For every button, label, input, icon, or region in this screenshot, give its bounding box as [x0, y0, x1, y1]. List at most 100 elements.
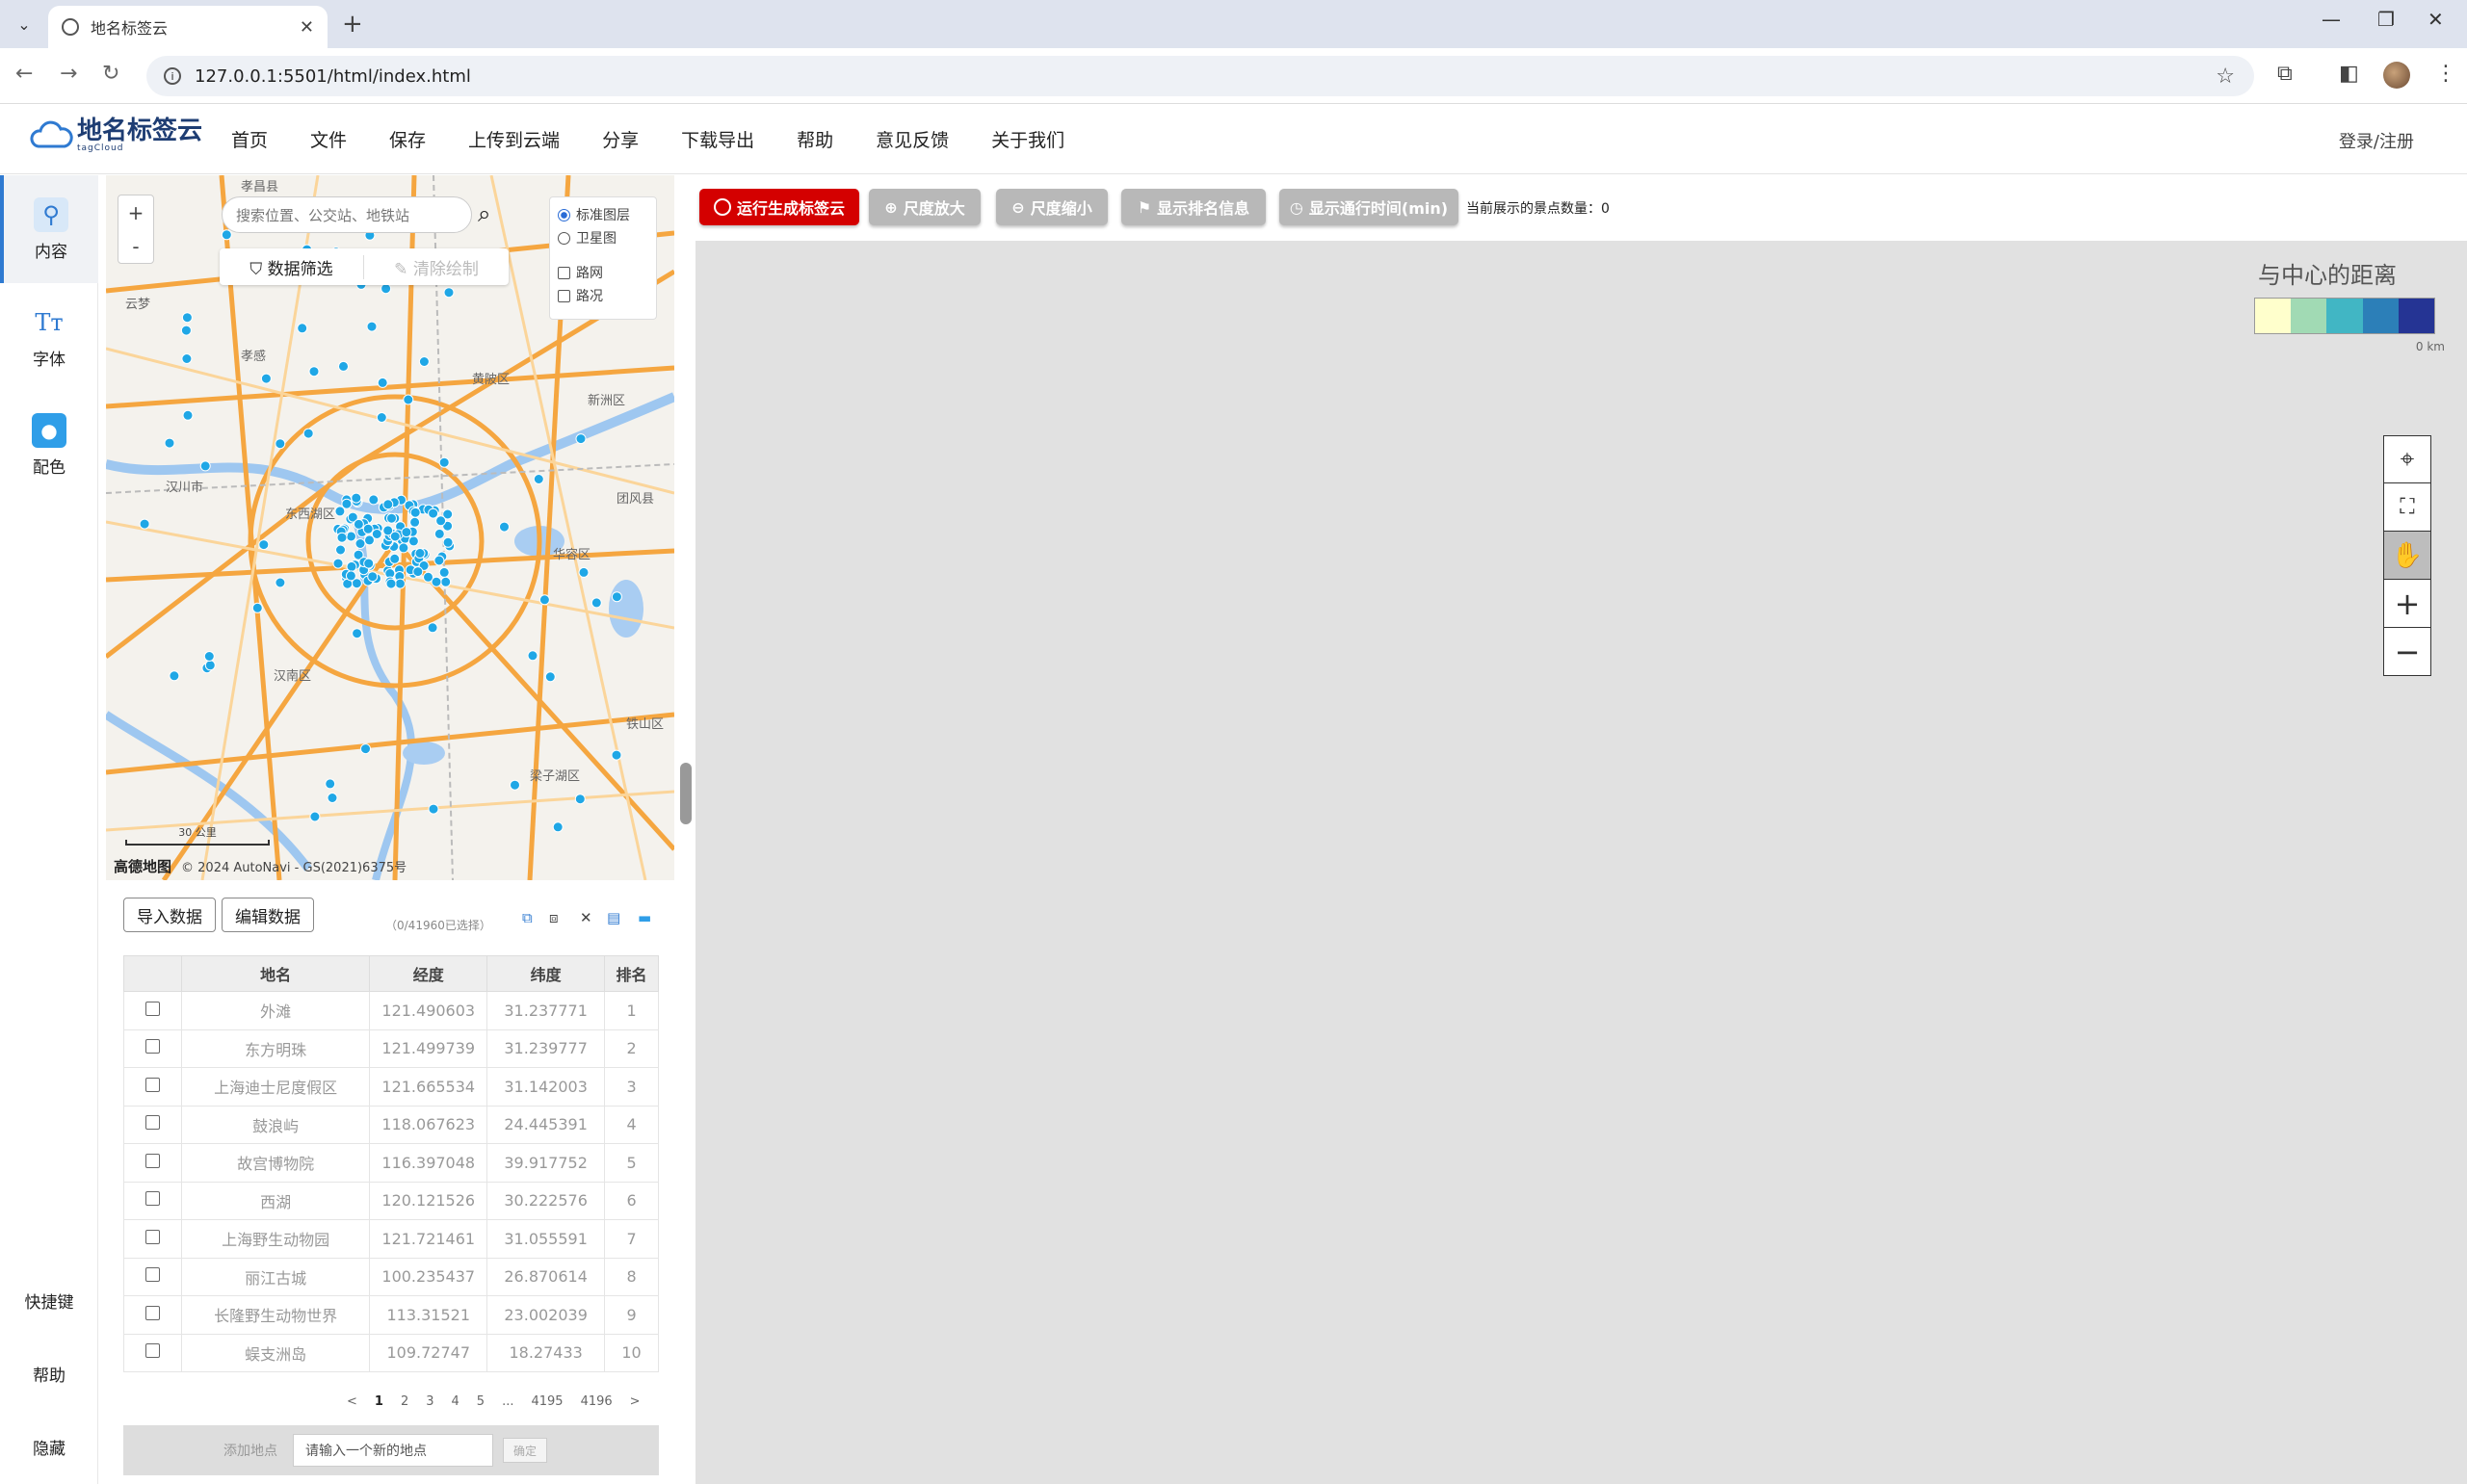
- poi-point[interactable]: [611, 749, 622, 761]
- row-checkbox[interactable]: [144, 1001, 160, 1016]
- poi-point[interactable]: [345, 570, 356, 582]
- row-checkbox[interactable]: [144, 1305, 160, 1320]
- menu-help[interactable]: 帮助: [797, 126, 833, 152]
- menu-download[interactable]: 下载导出: [681, 126, 754, 152]
- prev-page-button[interactable]: <: [347, 1394, 357, 1409]
- poi-point[interactable]: [325, 778, 336, 790]
- info-icon[interactable]: i: [164, 67, 181, 85]
- poi-point[interactable]: [180, 325, 192, 336]
- new-tab-button[interactable]: +: [342, 10, 363, 39]
- poi-point[interactable]: [389, 531, 401, 542]
- poi-point[interactable]: [552, 821, 564, 833]
- login-register-link[interactable]: 登录/注册: [2339, 128, 2414, 153]
- restore-button[interactable]: ❐: [2377, 8, 2395, 31]
- delete-icon[interactable]: ✕: [580, 909, 592, 926]
- layer-traffic-option[interactable]: 路况: [558, 284, 648, 307]
- menu-save[interactable]: 保存: [389, 126, 426, 152]
- radio-icon[interactable]: [558, 231, 570, 245]
- poi-point[interactable]: [367, 571, 379, 583]
- select-all-icon[interactable]: ⧉: [522, 909, 533, 926]
- sidebar-item-color[interactable]: ● 配色: [0, 391, 98, 499]
- confirm-add-button[interactable]: 确定: [503, 1438, 547, 1463]
- poi-point[interactable]: [575, 433, 587, 445]
- poi-point[interactable]: [363, 558, 375, 569]
- poi-point[interactable]: [352, 628, 363, 639]
- menu-about[interactable]: 关于我们: [991, 126, 1064, 152]
- poi-point[interactable]: [377, 377, 388, 388]
- poi-point[interactable]: [427, 622, 438, 634]
- poi-point[interactable]: [327, 793, 338, 803]
- close-icon[interactable]: ✕: [300, 17, 314, 38]
- radio-icon[interactable]: [558, 208, 570, 221]
- poi-point[interactable]: [409, 516, 421, 528]
- poi-point[interactable]: [353, 518, 364, 530]
- poi-point[interactable]: [510, 779, 520, 791]
- poi-point[interactable]: [423, 571, 433, 583]
- poi-point[interactable]: [182, 409, 194, 421]
- hide-link[interactable]: 隐藏: [0, 1435, 98, 1459]
- poi-point[interactable]: [527, 650, 538, 662]
- row-checkbox[interactable]: [144, 1191, 160, 1207]
- shortcuts-link[interactable]: 快捷键: [0, 1289, 98, 1313]
- menu-home[interactable]: 首页: [231, 126, 268, 152]
- table-row[interactable]: 丽江古城 100.235437 26.870614 8: [123, 1257, 659, 1296]
- poi-point[interactable]: [368, 494, 380, 506]
- poi-point[interactable]: [440, 576, 452, 587]
- poi-point[interactable]: [258, 539, 270, 551]
- show-rank-button[interactable]: ⚑ 显示排名信息: [1121, 189, 1266, 225]
- app-logo[interactable]: 地名标签云 tagCloud: [29, 118, 202, 153]
- row-checkbox[interactable]: [144, 1229, 160, 1244]
- table-row[interactable]: 西湖 120.121526 30.222576 6: [123, 1181, 659, 1220]
- poi-point[interactable]: [428, 803, 439, 815]
- window-close-button[interactable]: ✕: [2428, 8, 2444, 31]
- column-header-lat[interactable]: 纬度: [486, 955, 606, 992]
- map-zoom-in-button[interactable]: +: [118, 195, 153, 229]
- poi-point[interactable]: [401, 527, 412, 538]
- row-checkbox[interactable]: [144, 1153, 160, 1168]
- table-row[interactable]: 上海迪士尼度假区 121.665534 31.142003 3: [123, 1067, 659, 1106]
- import-data-button[interactable]: 导入数据: [123, 898, 216, 932]
- poi-point[interactable]: [332, 558, 344, 569]
- tab-search-menu-button[interactable]: ⌄: [10, 10, 39, 39]
- menu-upload[interactable]: 上传到云端: [468, 126, 560, 152]
- poi-point[interactable]: [381, 283, 392, 295]
- clear-drawing-button[interactable]: ✎ 清除绘制: [364, 255, 509, 279]
- poi-point[interactable]: [199, 460, 211, 472]
- poi-point[interactable]: [499, 521, 510, 533]
- poi-point[interactable]: [382, 499, 394, 510]
- menu-feedback[interactable]: 意见反馈: [876, 126, 949, 152]
- poi-point[interactable]: [302, 428, 314, 439]
- poi-point[interactable]: [336, 532, 348, 543]
- poi-point[interactable]: [181, 312, 193, 324]
- poi-point[interactable]: [409, 507, 421, 518]
- poi-point[interactable]: [438, 456, 450, 468]
- sidebar-item-content[interactable]: ⚲ 内容: [0, 175, 98, 283]
- poi-point[interactable]: [611, 591, 622, 603]
- sidepanel-icon[interactable]: ◧: [2339, 62, 2359, 86]
- poi-point[interactable]: [309, 811, 321, 822]
- forward-arrow-icon[interactable]: →: [60, 62, 77, 86]
- browser-tab[interactable]: 地名标签云 ✕: [48, 6, 328, 48]
- poi-point[interactable]: [203, 651, 215, 662]
- row-checkbox[interactable]: [144, 1267, 160, 1283]
- row-checkbox[interactable]: [144, 1115, 160, 1131]
- profile-avatar[interactable]: [2383, 62, 2410, 89]
- bookmark-star-icon[interactable]: ☆: [2216, 65, 2235, 89]
- help-link[interactable]: 帮助: [0, 1362, 98, 1386]
- poi-point[interactable]: [371, 529, 382, 539]
- map-search-input[interactable]: 搜索位置、公交站、地铁站: [222, 196, 472, 233]
- page-5[interactable]: 5: [477, 1394, 485, 1409]
- pan-hand-icon[interactable]: ✋: [2383, 532, 2431, 580]
- minimize-button[interactable]: —: [2322, 8, 2341, 31]
- map-zoom-out-button[interactable]: -: [118, 229, 153, 263]
- poi-point[interactable]: [433, 528, 445, 539]
- poi-point[interactable]: [169, 670, 180, 682]
- poi-point[interactable]: [403, 394, 414, 405]
- row-checkbox[interactable]: [144, 1077, 160, 1092]
- fit-view-icon[interactable]: ⛶: [2383, 483, 2431, 532]
- row-checkbox[interactable]: [144, 1343, 160, 1359]
- table-row[interactable]: 鼓浪屿 118.067623 24.445391 4: [123, 1105, 659, 1144]
- poi-point[interactable]: [354, 538, 366, 549]
- poi-point[interactable]: [275, 577, 286, 588]
- page-4196[interactable]: 4196: [581, 1394, 613, 1409]
